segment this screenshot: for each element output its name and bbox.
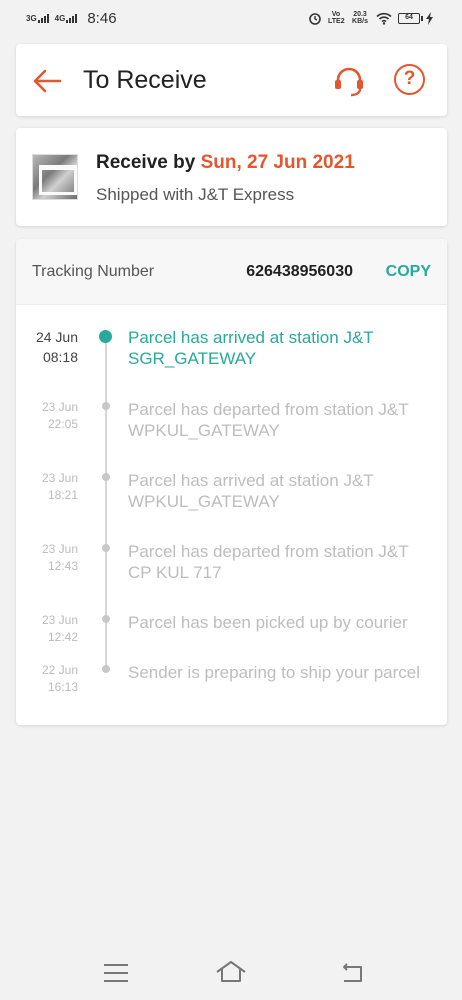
event-day: 23 Jun xyxy=(41,613,78,627)
home-icon[interactable] xyxy=(214,958,248,986)
event-time: 16:13 xyxy=(47,680,78,694)
tracking-number-label: Tracking Number xyxy=(32,263,155,280)
event-day: 23 Jun xyxy=(41,471,78,485)
tracking-card: Tracking Number 626438956030 COPY 24 Jun… xyxy=(16,239,447,725)
event-description: Parcel has arrived at station J&T WPKUL_… xyxy=(128,471,374,511)
wifi-icon xyxy=(376,12,392,25)
event-date: 24 Jun 08:18 xyxy=(16,327,78,367)
event-description: Sender is preparing to ship your parcel xyxy=(128,663,420,682)
event-date: 22 Jun 16:13 xyxy=(16,662,78,696)
copy-button[interactable]: COPY xyxy=(386,263,431,281)
event-time: 12:42 xyxy=(47,630,78,644)
event-description: Parcel has arrived at station J&T SGR_GA… xyxy=(128,328,374,368)
event-date: 23 Jun 22:05 xyxy=(16,399,78,433)
back-nav-icon[interactable] xyxy=(340,962,364,984)
timeline-dot xyxy=(102,402,110,410)
timeline-dot xyxy=(102,615,110,623)
event-description: Parcel has departed from station J&T CP … xyxy=(128,542,409,582)
event-day: 24 Jun xyxy=(35,329,78,345)
event-date: 23 Jun 12:43 xyxy=(16,541,78,575)
event-description: Parcel has departed from station J&T WPK… xyxy=(128,400,409,440)
event-date: 23 Jun 18:21 xyxy=(16,470,78,504)
tracking-number-value: 626438956030 xyxy=(246,263,353,280)
back-arrow-icon[interactable] xyxy=(32,66,62,96)
event-time: 08:18 xyxy=(42,349,78,365)
volte-indicator: Vo LTE2 xyxy=(328,11,345,25)
tracking-number-row: Tracking Number 626438956030 COPY xyxy=(16,239,447,305)
page-title: To Receive xyxy=(83,66,207,94)
network-label: 4G xyxy=(54,13,66,23)
recent-apps-icon[interactable] xyxy=(104,964,128,982)
shipping-carrier: Shipped with J&T Express xyxy=(96,185,295,204)
event-time: 12:43 xyxy=(47,559,78,573)
network-speed: 20.3 KB/s xyxy=(352,11,368,25)
event-date: 23 Jun 12:42 xyxy=(16,612,78,646)
network-label: 3G xyxy=(26,13,37,23)
receive-by-label: Receive by xyxy=(96,152,201,173)
timeline-dot xyxy=(102,544,110,552)
customer-service-icon[interactable] xyxy=(332,64,366,98)
alarm-icon xyxy=(309,13,321,25)
receive-by-line: Receive by Sun, 27 Jun 2021 xyxy=(96,152,355,174)
delivery-info-card: Receive by Sun, 27 Jun 2021 Shipped with… xyxy=(16,128,447,226)
signal-4g-icon: 4G xyxy=(54,13,78,23)
signal-3g-icon: 3G xyxy=(26,13,49,23)
event-day: 23 Jun xyxy=(41,400,78,414)
page-header: To Receive ? xyxy=(16,44,447,116)
timeline-dot xyxy=(99,330,112,343)
product-thumbnail[interactable] xyxy=(32,154,78,200)
charging-icon xyxy=(426,11,433,25)
clock: 8:46 xyxy=(87,9,117,27)
timeline-dot xyxy=(102,665,110,673)
battery-icon: 64 xyxy=(398,12,423,24)
system-nav-bar xyxy=(0,950,462,1000)
event-day: 22 Jun xyxy=(41,663,78,677)
status-bar: 3G 4G 8:46 Vo LTE2 20.3 KB/s 64 xyxy=(0,0,462,36)
receive-date: Sun, 27 Jun 2021 xyxy=(200,152,355,173)
event-time: 18:21 xyxy=(47,488,78,502)
help-icon[interactable]: ? xyxy=(394,64,425,95)
timeline-dot xyxy=(102,473,110,481)
event-description: Parcel has been picked up by courier xyxy=(128,613,408,632)
event-day: 23 Jun xyxy=(41,542,78,556)
event-time: 22:05 xyxy=(47,417,78,431)
